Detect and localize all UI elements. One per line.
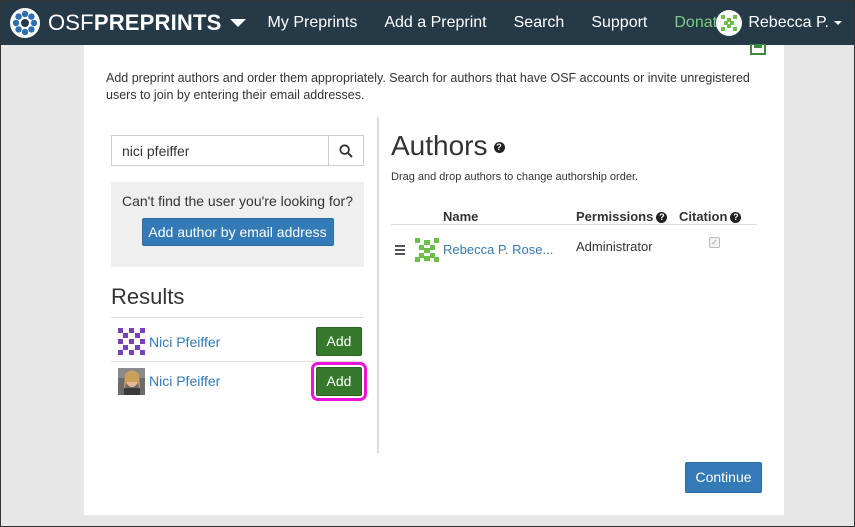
- user-avatar-icon: [716, 10, 743, 36]
- brand-menu[interactable]: OSFPREPRINTS: [1, 7, 246, 39]
- search-box: [111, 135, 364, 166]
- chevron-down-icon: [229, 19, 246, 27]
- add-author-by-email-button[interactable]: Add author by email address: [141, 218, 334, 246]
- add-result-button[interactable]: Add: [316, 327, 362, 356]
- top-navbar: OSFPREPRINTS My Preprints Add a Preprint…: [1, 1, 854, 45]
- column-divider: [377, 117, 379, 453]
- result-row: Nici Pfeiffer Add: [111, 361, 367, 401]
- nav-support[interactable]: Support: [591, 14, 647, 32]
- citation-checkbox[interactable]: ✓: [709, 237, 720, 248]
- continue-button[interactable]: Continue: [685, 462, 762, 493]
- author-search-input[interactable]: [112, 136, 328, 165]
- chevron-down-icon: [834, 21, 842, 25]
- save-icon[interactable]: [750, 44, 766, 55]
- user-name: Rebecca P.: [748, 14, 829, 31]
- not-found-text: Can't find the user you're looking for?: [121, 193, 354, 209]
- not-found-box: Can't find the user you're looking for? …: [111, 182, 364, 267]
- search-icon: [339, 143, 353, 158]
- user-menu[interactable]: Rebecca P.: [716, 1, 842, 45]
- drag-hint: Drag and drop authors to change authorsh…: [391, 171, 639, 183]
- results-title: Results: [111, 284, 185, 309]
- nav-add-preprint[interactable]: Add a Preprint: [384, 14, 486, 32]
- screen: OSFPREPRINTS My Preprints Add a Preprint…: [0, 0, 855, 527]
- help-icon[interactable]: ?: [730, 212, 742, 224]
- osf-logo-icon: [10, 8, 40, 38]
- author-row: Rebecca P. Rose... Administrator ✓: [391, 234, 757, 264]
- nav-search[interactable]: Search: [514, 14, 565, 32]
- table-header-divider: [391, 224, 757, 225]
- search-button[interactable]: [328, 136, 363, 165]
- intro-text: Add preprint authors and order them appr…: [106, 71, 750, 102]
- add-result-button[interactable]: Add: [311, 361, 367, 401]
- results-divider: [111, 317, 364, 318]
- help-icon[interactable]: ?: [656, 212, 668, 224]
- column-header-name: Name: [443, 209, 479, 224]
- result-row: Nici Pfeiffer Add: [111, 322, 364, 361]
- drag-handle-icon[interactable]: [395, 245, 405, 257]
- authors-title: Authors?: [391, 130, 505, 162]
- nav-my-preprints[interactable]: My Preprints: [268, 14, 358, 32]
- author-permission[interactable]: Administrator: [576, 239, 653, 254]
- user-avatar-icon: [413, 236, 441, 264]
- user-avatar-icon: [118, 328, 145, 355]
- help-icon[interactable]: ?: [493, 142, 505, 154]
- brand-text: OSFPREPRINTS: [48, 10, 222, 35]
- column-header-citation: Citation?: [679, 209, 742, 224]
- contributors-panel: Add preprint authors and order them appr…: [84, 44, 784, 515]
- result-user-name[interactable]: Nici Pfeiffer: [149, 373, 220, 389]
- column-header-permissions: Permissions?: [576, 209, 668, 224]
- user-photo-avatar: [118, 367, 145, 395]
- nav-links: My Preprints Add a Preprint Search Suppo…: [268, 14, 753, 32]
- author-name-link[interactable]: Rebecca P. Rose...: [443, 242, 553, 257]
- result-user-name[interactable]: Nici Pfeiffer: [149, 334, 220, 350]
